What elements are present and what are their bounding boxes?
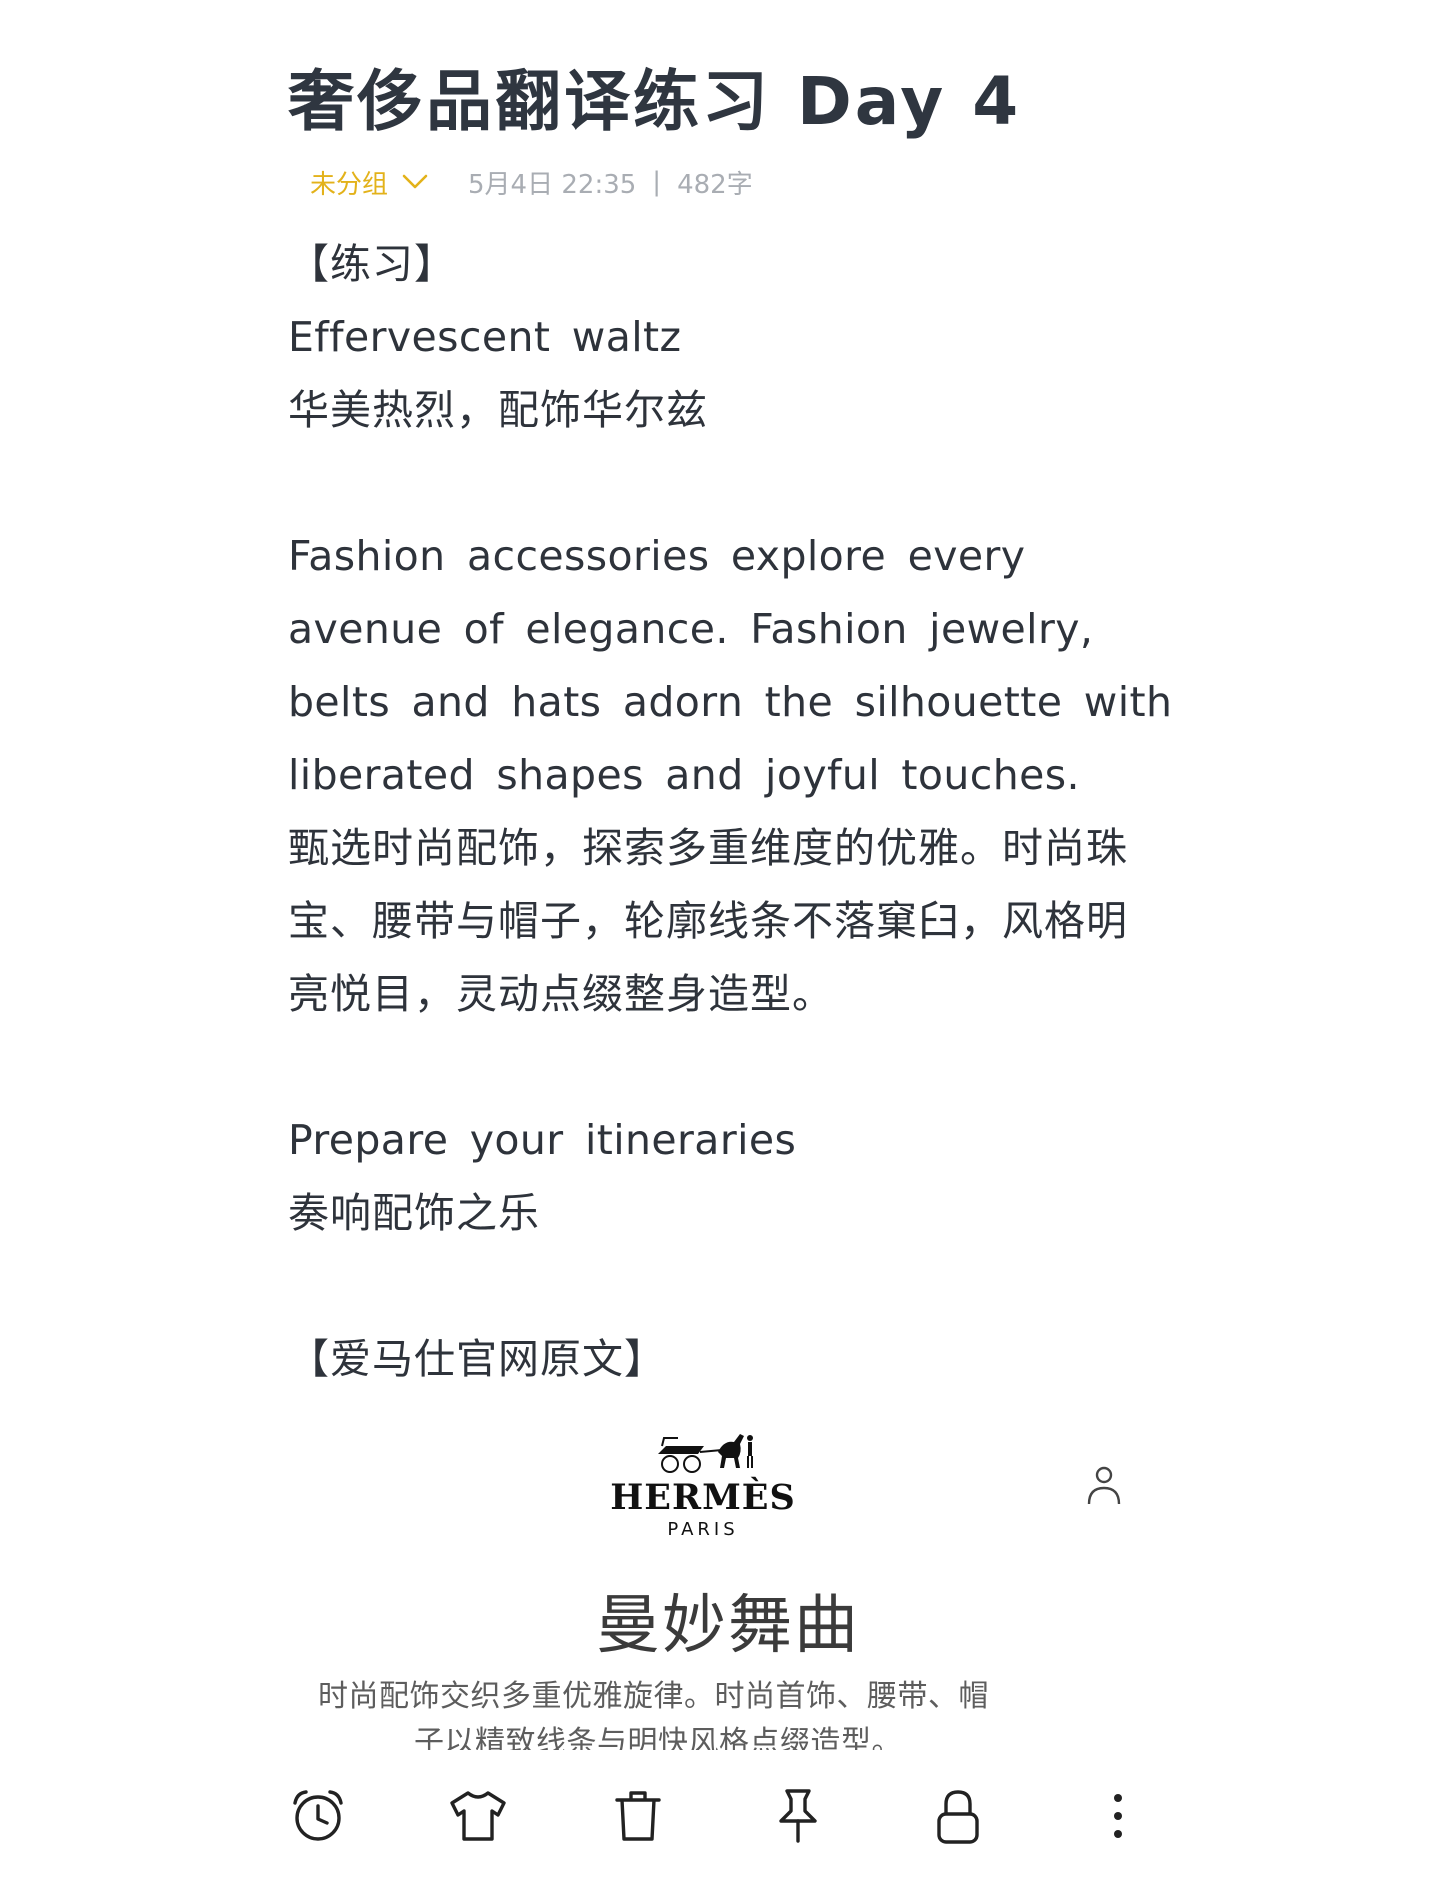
lock-icon[interactable] (928, 1786, 988, 1846)
text-line: Effervescent waltz (288, 313, 682, 361)
embedded-text-line: 时尚配饰交织多重优雅旋律。时尚首饰、腰带、帽 (318, 1679, 989, 1714)
section-heading-source: 【爱马仕官网原文】 (288, 1335, 666, 1383)
note-meta: 未分组 5月4日 22:35 | 482字 (310, 162, 753, 202)
shirt-icon[interactable] (448, 1786, 508, 1846)
text-line: belts and hats adorn the silhouette with (288, 678, 1173, 726)
text-line: 亮悦目，灵动点缀整身造型。 (288, 970, 834, 1018)
text-line: Prepare your itineraries (288, 1116, 797, 1164)
note-body[interactable]: 【练习】 Effervescent waltz 华美热烈，配饰华尔兹 Fashi… (288, 228, 1173, 1396)
section-heading-practice: 【练习】 (288, 240, 456, 288)
carriage-icon (658, 1434, 753, 1473)
note-title: 奢侈品翻译练习 Day 4 (288, 63, 1022, 140)
text-line: liberated shapes and joyful touches. (288, 751, 1080, 799)
pin-icon[interactable] (768, 1786, 828, 1846)
text-line: 华美热烈，配饰华尔兹 (288, 386, 708, 434)
text-line: 宝、腰带与帽子，轮廓线条不落窠臼，风格明 (288, 897, 1128, 945)
word-count: 482字 (677, 169, 753, 200)
embedded-body: 时尚配饰交织多重优雅旋律。时尚首饰、腰带、帽 子以精致线条与明快风格点缀造型。 (318, 1674, 1118, 1750)
alarm-icon[interactable] (288, 1786, 348, 1846)
note-date: 5月4日 22:35 (468, 169, 637, 200)
hermes-logo: HERMÈS PARIS (608, 1428, 798, 1542)
group-selector[interactable]: 未分组 (310, 164, 428, 201)
more-icon[interactable] (1088, 1786, 1148, 1846)
group-label: 未分组 (310, 169, 389, 200)
chevron-down-icon (402, 174, 428, 189)
embedded-text-line: 子以精致线条与明快风格点缀造型。 (414, 1725, 902, 1750)
embedded-heading: 曼妙舞曲 (596, 1589, 860, 1663)
trash-icon[interactable] (608, 1786, 668, 1846)
hermes-wordmark: HERMÈS (610, 1477, 796, 1518)
embedded-screenshot[interactable]: HERMÈS PARIS 曼妙舞曲 时尚配饰交织多重优雅旋律。时尚首饰、腰带、帽… (288, 1412, 1168, 1750)
text-line: Fashion accessories explore every (288, 532, 1026, 580)
text-line: avenue of elegance. Fashion jewelry, (288, 605, 1094, 653)
meta-separator: | (652, 167, 662, 197)
hermes-city: PARIS (667, 1519, 739, 1540)
bottom-toolbar (0, 1770, 1440, 1860)
text-line: 奏响配饰之乐 (288, 1189, 540, 1237)
account-icon[interactable] (1084, 1464, 1124, 1512)
text-line: 甄选时尚配饰，探索多重维度的优雅。时尚珠 (288, 824, 1128, 872)
